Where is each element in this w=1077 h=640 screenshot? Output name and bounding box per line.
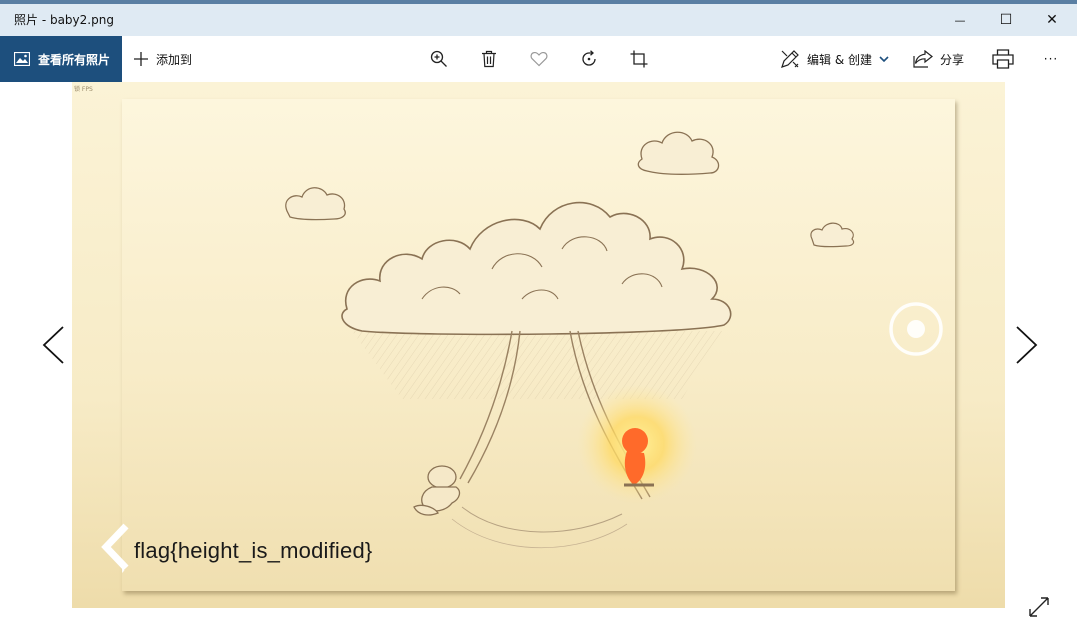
minimize-icon: — <box>954 13 966 27</box>
sketch-illustration <box>122 131 943 573</box>
delete-button[interactable] <box>479 36 499 82</box>
close-icon: ✕ <box>1046 12 1058 28</box>
image-back-arrow <box>98 522 134 572</box>
more-button[interactable]: ··· <box>1036 36 1066 82</box>
edit-create-button[interactable]: 编辑 & 创建 <box>780 36 889 82</box>
add-to-button[interactable]: 添加到 <box>133 36 192 82</box>
rotate-icon <box>582 50 596 66</box>
favorite-button[interactable] <box>528 36 550 82</box>
photo-canvas: 锁 FPS flag{height_is_modified} <box>72 82 1005 608</box>
window-title: 照片 - baby2.png <box>14 13 114 27</box>
photo-viewer: 锁 FPS flag{height_is_modified} <box>0 82 1077 640</box>
add-to-label: 添加到 <box>156 52 193 67</box>
plus-icon <box>134 52 148 66</box>
expand-button[interactable] <box>1027 595 1051 619</box>
photo-frame <box>122 99 955 591</box>
small-cloud-right <box>810 222 855 248</box>
chevron-left-icon <box>42 326 64 364</box>
close-button[interactable]: ✕ <box>1029 4 1075 36</box>
rotate-button[interactable] <box>578 36 600 82</box>
edit-create-label: 编辑 & 创建 <box>807 52 872 67</box>
big-cloud <box>341 201 732 336</box>
previous-photo-button[interactable] <box>38 322 68 368</box>
maximize-icon: ☐ <box>999 12 1013 28</box>
minimize-button[interactable]: — <box>937 4 983 36</box>
all-photos-label: 查看所有照片 <box>38 52 111 67</box>
photo-watermark: 锁 FPS <box>74 86 93 93</box>
maximize-button[interactable]: ☐ <box>983 4 1029 36</box>
record-button-icon <box>889 302 943 356</box>
title-bar: 照片 - baby2.png — ☐ ✕ <box>0 0 1077 36</box>
edit-create-icon <box>781 50 799 68</box>
all-photos-button[interactable]: 查看所有照片 <box>0 36 122 82</box>
flag-text: flag{height_is_modified} <box>134 538 373 563</box>
small-cloud-top-right <box>637 131 720 175</box>
trash-icon <box>482 50 496 68</box>
zoom-in-icon <box>430 50 447 67</box>
expand-icon <box>1029 597 1049 617</box>
chevron-down-icon <box>879 55 889 62</box>
crop-icon <box>630 50 648 68</box>
more-icon: ··· <box>1043 52 1059 66</box>
share-button[interactable]: 分享 <box>913 36 964 82</box>
zoom-button[interactable] <box>428 36 450 82</box>
sketch-child <box>413 465 461 516</box>
crop-button[interactable] <box>629 36 649 82</box>
print-icon <box>992 49 1014 69</box>
toolbar: 查看所有照片 添加到 编辑 & 创建 分享 ··· <box>0 36 1077 82</box>
photos-icon <box>14 52 30 66</box>
share-label: 分享 <box>940 52 965 67</box>
chevron-right-icon <box>1016 326 1038 364</box>
print-button[interactable] <box>991 36 1015 82</box>
share-icon <box>913 50 933 68</box>
next-photo-button[interactable] <box>1012 322 1042 368</box>
small-cloud-left <box>285 187 346 221</box>
heart-icon <box>530 51 548 67</box>
back-chevron-icon <box>101 523 129 571</box>
